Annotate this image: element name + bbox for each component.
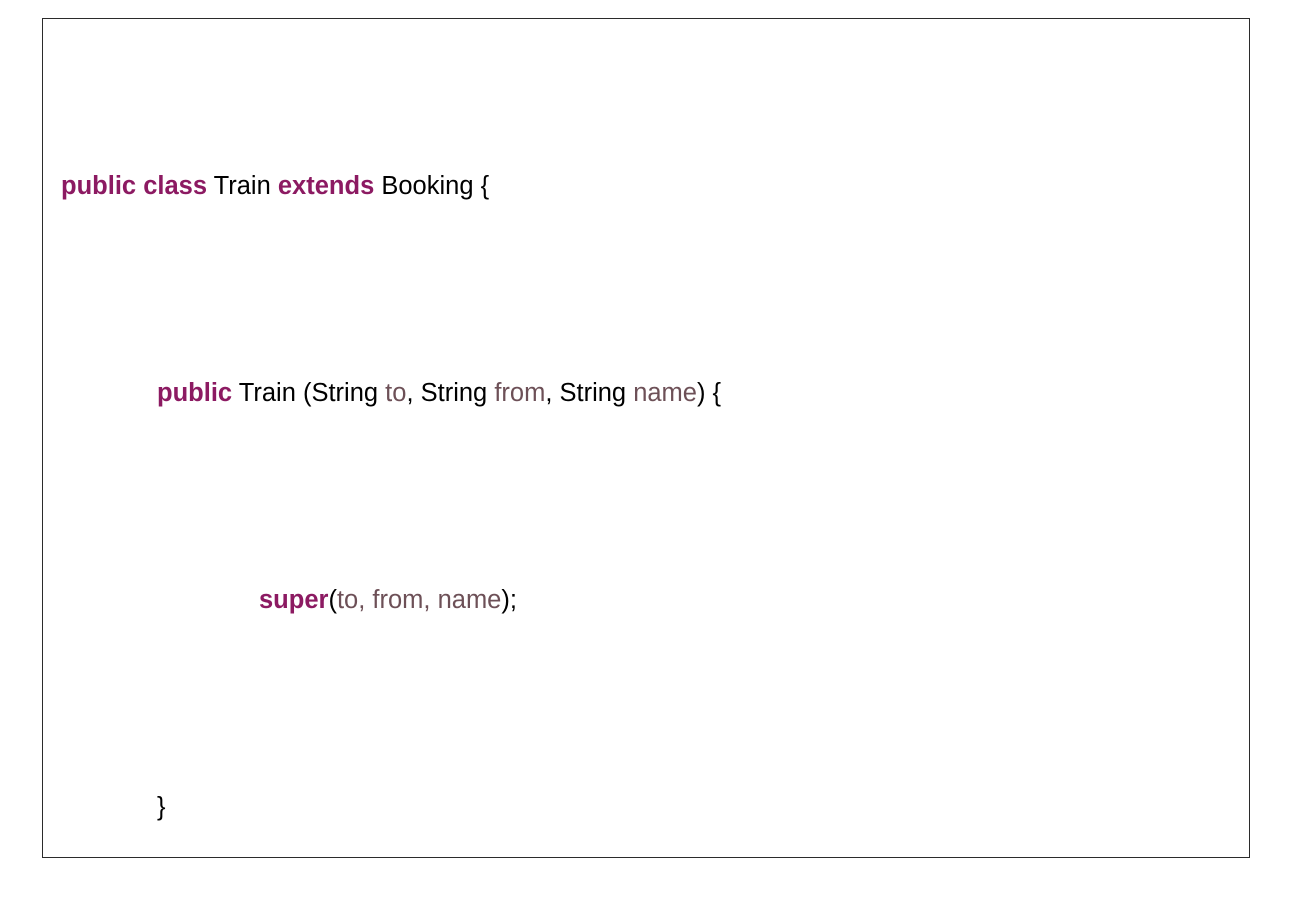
- ctor-sep-2: , String: [545, 379, 634, 407]
- arg-to: to: [336, 586, 359, 614]
- superclass-name: Booking: [381, 172, 474, 200]
- ctor-sep-1: , String: [406, 379, 495, 407]
- code-snippet-frame: public class Train extends Booking { pub…: [42, 18, 1250, 858]
- keyword-super: super: [259, 586, 329, 614]
- keyword-class: class: [143, 172, 207, 200]
- param-name: name: [633, 379, 697, 407]
- keyword-public: public: [157, 379, 233, 407]
- super-tail: );: [501, 586, 517, 614]
- code-line-2: public Train (String to, String from, St…: [61, 376, 1239, 445]
- constructor-signature: Train (String: [238, 379, 386, 407]
- class-name: Train: [213, 172, 271, 200]
- keyword-public: public: [61, 172, 137, 200]
- code-block: public class Train extends Booking { pub…: [61, 31, 1239, 857]
- code-line-3: super(to, from, name);: [61, 583, 1239, 652]
- open-brace: {: [480, 172, 490, 200]
- keyword-extends: extends: [277, 172, 375, 200]
- super-open-paren: (: [328, 586, 337, 614]
- ctor-tail: ) {: [696, 379, 722, 407]
- param-from: from: [494, 379, 546, 407]
- arg-name: name: [437, 586, 502, 614]
- close-brace-constructor: }: [157, 793, 166, 821]
- param-to: to: [385, 379, 407, 407]
- code-line-1: public class Train extends Booking {: [61, 169, 1239, 238]
- arg-sep-2: ,: [423, 586, 438, 614]
- arg-sep-1: ,: [358, 586, 373, 614]
- arg-from: from: [372, 586, 424, 614]
- code-line-4: }: [61, 790, 1239, 857]
